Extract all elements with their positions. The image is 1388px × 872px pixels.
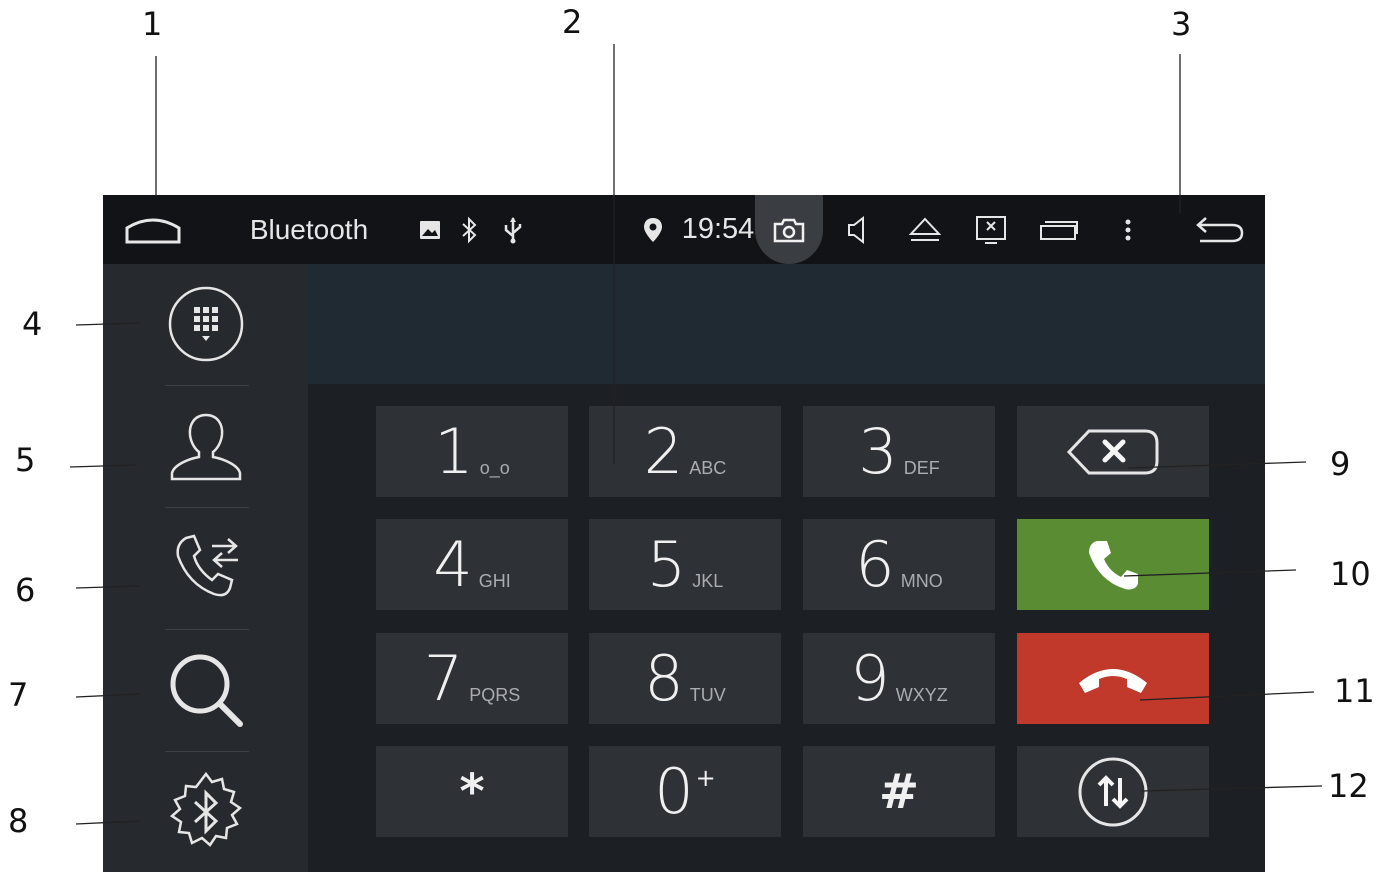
key-digit: 8: [644, 641, 684, 715]
search-icon: [170, 654, 243, 727]
bluetooth-settings-icon: [169, 771, 242, 847]
sidebar-item-bluetooth-settings[interactable]: [103, 752, 308, 872]
volume-icon: [848, 215, 864, 244]
callout-3: 3: [1171, 5, 1192, 43]
key-6[interactable]: 6 MNO: [803, 519, 995, 610]
switch-audio-button[interactable]: [1017, 746, 1209, 837]
key-4[interactable]: 4 GHI: [376, 519, 568, 610]
key-plus: +: [695, 764, 716, 792]
key-digit: 0: [654, 754, 694, 828]
callout-2: 2: [562, 3, 583, 41]
device-screen: Bluetooth 19:54 1 o_o 2 ABC 3 DEF 4 GHI …: [103, 195, 1265, 872]
key-letters: DEF: [903, 458, 940, 478]
call-log-icon: [175, 534, 238, 597]
switch-audio-icon: [1078, 757, 1148, 826]
gallery-icon: [420, 220, 440, 239]
sidebar-item-search[interactable]: [103, 630, 308, 750]
sidebar-item-call-log[interactable]: [103, 508, 308, 628]
key-digit: 9: [850, 641, 890, 715]
more-icon: [1125, 219, 1131, 240]
screenshot-button[interactable]: [755, 195, 823, 264]
backspace-icon: [1066, 429, 1159, 474]
key-digit: #: [878, 763, 920, 820]
callout-8: 8: [8, 802, 29, 840]
home-button[interactable]: [121, 195, 185, 264]
key-2[interactable]: 2 ABC: [589, 406, 781, 497]
key-digit: 3: [858, 414, 898, 488]
sidebar-item-contacts[interactable]: [103, 386, 308, 506]
backspace-button[interactable]: [1017, 406, 1209, 497]
eject-button[interactable]: [903, 195, 947, 264]
screen-off-button[interactable]: [969, 195, 1013, 264]
bluetooth-icon: [462, 216, 477, 243]
volume-button[interactable]: [838, 195, 878, 264]
sidebar-item-dialpad[interactable]: [103, 264, 308, 384]
key-letters: PQRS: [469, 685, 521, 705]
key-digit: 6: [855, 527, 895, 601]
key-letters: TUV: [689, 685, 726, 705]
more-button[interactable]: [1113, 195, 1143, 264]
eject-icon: [909, 217, 941, 241]
location-icon: [644, 217, 662, 242]
callout-6: 6: [15, 571, 36, 609]
sidebar: [103, 264, 308, 872]
key-1[interactable]: 1 o_o: [376, 406, 568, 497]
usb-icon: [504, 216, 522, 243]
recent-apps-button[interactable]: [1037, 195, 1081, 264]
key-8[interactable]: 8 TUV: [589, 633, 781, 724]
location-indicator: [638, 195, 668, 264]
hang-up-icon: [1079, 668, 1147, 693]
back-icon: [1196, 216, 1244, 242]
callout-10: 10: [1330, 555, 1371, 593]
key-letters: WXYZ: [895, 685, 948, 705]
key-3[interactable]: 3 DEF: [803, 406, 995, 497]
contacts-icon: [170, 413, 241, 481]
key-digit: 1: [434, 414, 474, 488]
key-star[interactable]: *: [376, 746, 568, 837]
key-digit: 7: [423, 641, 464, 715]
home-icon: [125, 218, 181, 243]
hang-up-button[interactable]: [1017, 633, 1209, 724]
callout-5: 5: [15, 441, 36, 479]
callout-4: 4: [22, 305, 43, 343]
key-digit: 5: [646, 527, 687, 601]
key-letters: JKL: [692, 571, 724, 591]
callout-11: 11: [1334, 672, 1375, 710]
key-digit: 4: [433, 527, 473, 601]
screen-off-icon: [976, 215, 1006, 244]
app-title: Bluetooth: [249, 213, 369, 245]
status-bar: Bluetooth 19:54: [103, 195, 1265, 264]
callout-1: 1: [142, 5, 163, 43]
key-digit: 2: [643, 414, 684, 488]
key-9[interactable]: 9 WXYZ: [803, 633, 995, 724]
callout-12: 12: [1328, 767, 1369, 805]
key-hash[interactable]: #: [803, 746, 995, 837]
key-7[interactable]: 7 PQRS: [376, 633, 568, 724]
back-button[interactable]: [1183, 195, 1253, 264]
callout-9: 9: [1330, 445, 1351, 483]
bluetooth-indicator: [455, 195, 485, 264]
key-letters: ABC: [689, 458, 727, 478]
recent-apps-icon: [1040, 220, 1078, 240]
camera-icon: [773, 218, 805, 242]
key-0[interactable]: 0 +: [589, 746, 781, 837]
callout-7: 7: [8, 676, 29, 714]
gallery-indicator: [415, 195, 445, 264]
usb-indicator: [498, 195, 528, 264]
call-icon: [1089, 540, 1138, 589]
key-letters: MNO: [900, 571, 943, 591]
clock: 19:54: [681, 213, 755, 245]
key-digit: *: [459, 763, 485, 820]
key-5[interactable]: 5 JKL: [589, 519, 781, 610]
number-display[interactable]: [308, 264, 1265, 384]
call-button[interactable]: [1017, 519, 1209, 610]
key-letters: GHI: [478, 571, 511, 591]
key-letters: o_o: [479, 458, 510, 478]
dialpad-icon: [168, 286, 243, 362]
